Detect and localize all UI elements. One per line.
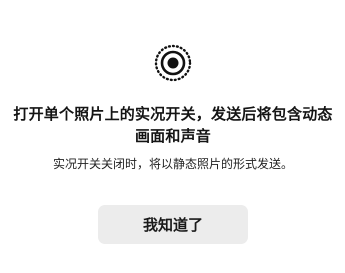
- live-photo-icon: [154, 44, 192, 82]
- dialog-title: 打开单个照片上的实况开关，发送后将包含动态画面和声音: [13, 105, 333, 145]
- dialog-description: 实况开关关闭时，将以静态照片的形式发送。: [52, 157, 293, 171]
- live-photo-icon-graphic: [154, 44, 192, 82]
- live-photo-dialog: 打开单个照片上的实况开关，发送后将包含动态画面和声音 实况开关关闭时，将以静态照…: [0, 0, 345, 273]
- got-it-button[interactable]: 我知道了: [98, 205, 248, 244]
